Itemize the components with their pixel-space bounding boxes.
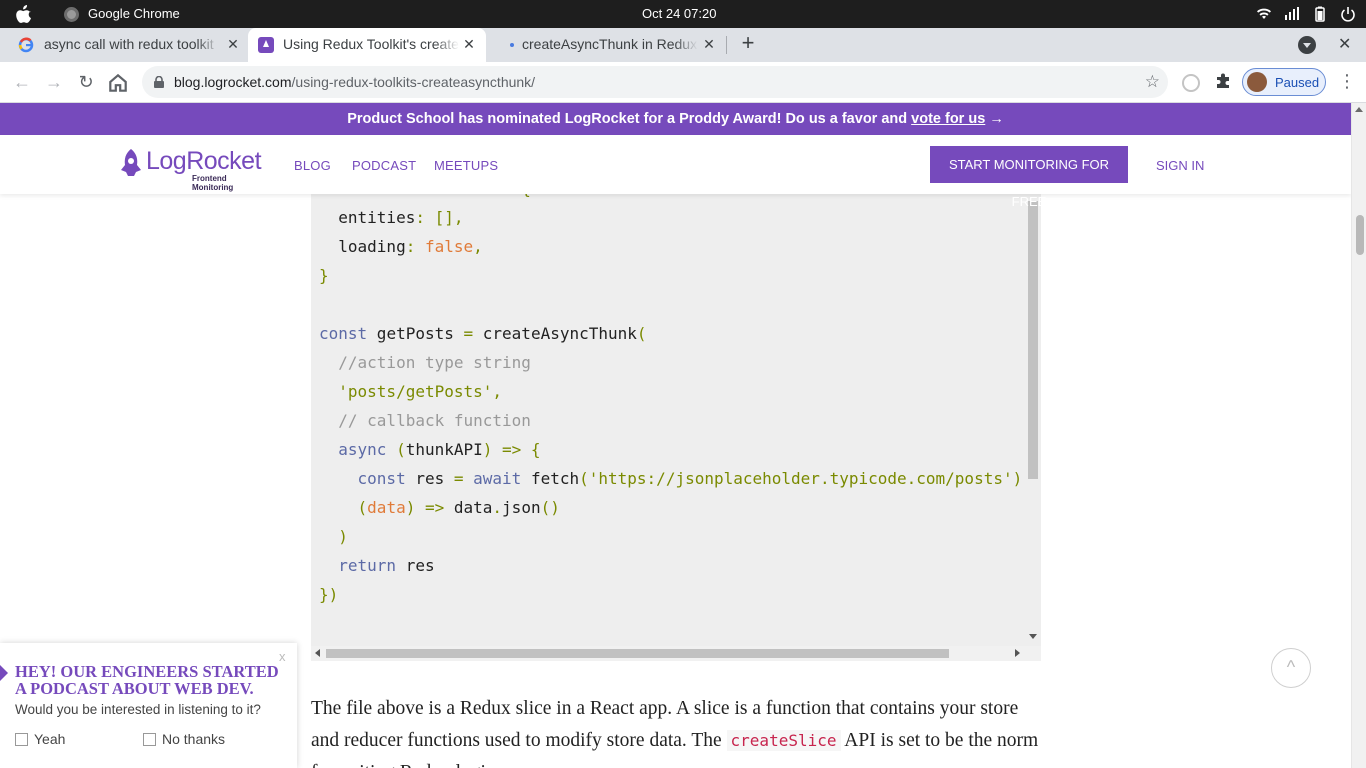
nav-blog[interactable]: BLOG xyxy=(294,158,331,173)
tab-title: Using Redux Toolkit's createAsyncThunk xyxy=(283,36,459,52)
os-top-bar: Google Chrome Oct 24 07:20 xyxy=(0,0,1366,28)
rocket-icon xyxy=(121,149,141,176)
logrocket-icon xyxy=(258,37,274,53)
forward-icon[interactable]: → xyxy=(43,71,65,93)
extensions-puzzle-icon[interactable] xyxy=(1214,72,1232,90)
tab-title: createAsyncThunk in Redux xyxy=(522,36,698,52)
option-label: Yeah xyxy=(34,731,66,747)
scroll-thumb[interactable] xyxy=(326,649,949,658)
chevron-up-icon: ^ xyxy=(1286,657,1296,677)
logo-wordmark: LogRocket xyxy=(146,147,262,175)
page-scrollbar[interactable] xyxy=(1351,103,1366,768)
url-domain: blog.logrocket.com xyxy=(174,74,292,90)
scroll-thumb[interactable] xyxy=(1356,215,1364,255)
tab-title: async call with redux toolkit xyxy=(44,36,220,52)
tab-divider xyxy=(726,36,727,54)
arrow-right-icon: → xyxy=(989,111,1004,127)
code-vertical-scrollbar[interactable] xyxy=(1026,201,1040,646)
tab-using-redux-toolkit[interactable]: Using Redux Toolkit's createAsyncThunk ✕ xyxy=(248,28,486,62)
scroll-to-top-button[interactable]: ^ xyxy=(1271,648,1311,688)
scroll-right-icon[interactable] xyxy=(1015,649,1020,657)
tab-createasyncthunk[interactable]: createAsyncThunk in Redux ✕ xyxy=(496,28,726,62)
close-icon[interactable]: ✕ xyxy=(700,35,718,53)
site-header: LogRocket Frontend Monitoring BLOG PODCA… xyxy=(0,135,1351,209)
page-viewport: Product School has nominated LogRocket f… xyxy=(0,103,1351,768)
scroll-down-icon[interactable] xyxy=(1029,634,1037,639)
dot-icon xyxy=(510,43,514,47)
new-tab-button[interactable]: + xyxy=(736,32,760,56)
sign-in-link[interactable]: SIGN IN xyxy=(1156,158,1204,173)
nav-podcast[interactable]: PODCAST xyxy=(352,158,416,173)
address-bar[interactable]: blog.logrocket.com/using-redux-toolkits-… xyxy=(142,66,1168,98)
logrocket-logo[interactable]: LogRocket Frontend Monitoring xyxy=(120,145,270,192)
close-icon[interactable]: x xyxy=(279,649,286,664)
nav-meetups[interactable]: MEETUPS xyxy=(434,158,498,173)
option-label: No thanks xyxy=(162,731,226,747)
extension-icon[interactable] xyxy=(1182,74,1200,92)
code-text: const initialState = { entities: [], loa… xyxy=(319,193,1023,604)
profile-status: Paused xyxy=(1275,75,1320,90)
system-tray[interactable] xyxy=(1256,6,1356,22)
close-icon[interactable]: ✕ xyxy=(460,35,478,53)
promo-text: Product School has nominated LogRocket f… xyxy=(347,111,912,127)
app-name[interactable]: Google Chrome xyxy=(88,6,180,21)
article-paragraph: The file above is a Redux slice in a Rea… xyxy=(311,693,1051,768)
profile-button[interactable]: Paused xyxy=(1242,68,1326,96)
scroll-left-icon[interactable] xyxy=(315,649,320,657)
google-icon xyxy=(18,37,34,53)
clock[interactable]: Oct 24 07:20 xyxy=(642,6,716,21)
checkbox[interactable] xyxy=(143,733,156,746)
checkbox[interactable] xyxy=(15,733,28,746)
chrome-icon xyxy=(64,7,79,22)
battery-icon[interactable] xyxy=(1312,6,1328,22)
scroll-thumb[interactable] xyxy=(1028,201,1038,479)
close-icon[interactable]: ✕ xyxy=(224,35,242,53)
lock-icon[interactable] xyxy=(154,76,164,88)
vote-link[interactable]: vote for us xyxy=(911,111,985,127)
bookmark-star-icon[interactable]: ☆ xyxy=(1145,72,1160,92)
pointer-arrow-icon xyxy=(0,665,8,681)
reload-icon[interactable]: ↻ xyxy=(75,71,97,93)
start-monitoring-button[interactable]: START MONITORING FOR FREE xyxy=(930,146,1128,209)
option-no-thanks[interactable]: No thanks xyxy=(143,731,225,747)
avatar xyxy=(1247,72,1267,92)
back-icon[interactable]: ← xyxy=(11,71,33,93)
window-close-icon[interactable]: ✕ xyxy=(1338,34,1351,54)
menu-icon[interactable]: ⋮ xyxy=(1338,72,1356,90)
power-icon[interactable] xyxy=(1340,6,1356,22)
wifi-icon[interactable] xyxy=(1256,6,1272,22)
podcast-survey-popup: x HEY! OUR ENGINEERS STARTED A PODCAST A… xyxy=(0,643,297,768)
apple-icon[interactable] xyxy=(16,5,32,23)
url-path: /using-redux-toolkits-createasyncthunk/ xyxy=(291,74,536,90)
volume-icon[interactable] xyxy=(1284,6,1300,22)
code-block[interactable]: const initialState = { entities: [], loa… xyxy=(311,193,1041,660)
home-icon[interactable] xyxy=(107,72,129,94)
inline-code: createSlice xyxy=(726,730,841,751)
tab-async-call[interactable]: async call with redux toolkit ✕ xyxy=(8,28,246,62)
option-yeah[interactable]: Yeah xyxy=(15,731,65,747)
scroll-up-icon[interactable] xyxy=(1355,107,1363,112)
code-horizontal-scrollbar[interactable] xyxy=(311,646,1041,661)
promo-banner[interactable]: Product School has nominated LogRocket f… xyxy=(0,103,1351,135)
tab-strip: async call with redux toolkit ✕ Using Re… xyxy=(0,28,1366,62)
popup-question: Would you be interested in listening to … xyxy=(15,702,261,717)
browser-toolbar: ← → ↻ blog.logrocket.com/using-redux-too… xyxy=(0,62,1366,103)
logo-tagline: Frontend Monitoring xyxy=(192,174,234,192)
popup-heading: HEY! OUR ENGINEERS STARTED A PODCAST ABO… xyxy=(15,662,279,698)
tab-search-icon[interactable] xyxy=(1298,36,1316,54)
url-text[interactable]: blog.logrocket.com/using-redux-toolkits-… xyxy=(174,74,535,90)
